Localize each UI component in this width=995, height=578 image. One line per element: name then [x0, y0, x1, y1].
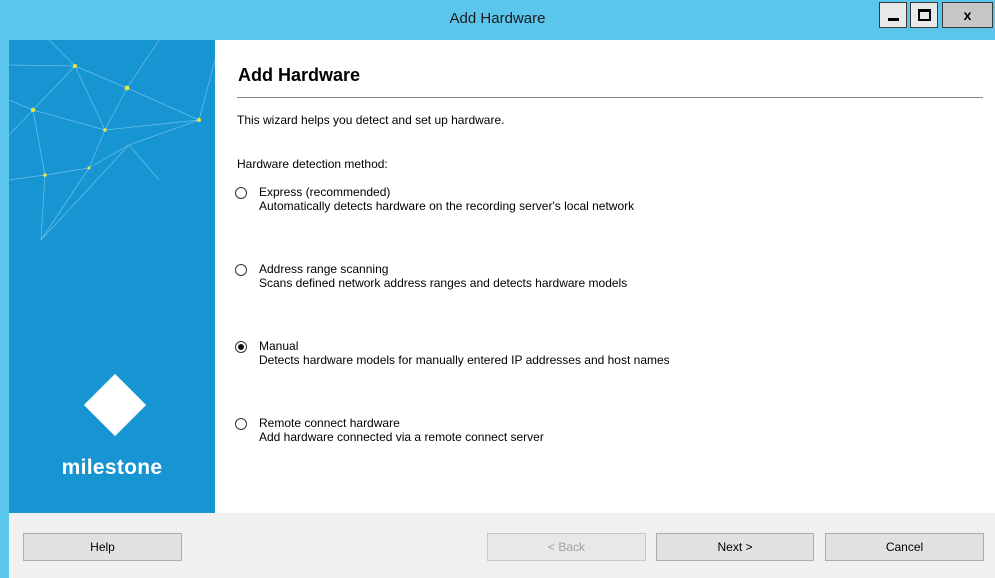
maximize-button[interactable] [910, 2, 938, 28]
wizard-content: Add Hardware This wizard helps you detec… [215, 40, 995, 513]
heading-divider [237, 97, 983, 98]
window-title: Add Hardware [449, 10, 546, 27]
detection-method-label: Hardware detection method: [237, 157, 388, 171]
help-button[interactable]: Help [23, 533, 182, 561]
option-title: Address range scanning [259, 262, 389, 276]
option-title: Remote connect hardware [259, 416, 400, 430]
title-bar[interactable]: Add Hardware x [0, 0, 995, 40]
wizard-sidebar: milestone [9, 40, 215, 513]
cancel-button[interactable]: Cancel [825, 533, 984, 561]
option-description: Detects hardware models for manually ent… [259, 353, 670, 367]
brand-name: milestone [61, 456, 163, 479]
network-pattern-graphic [9, 40, 215, 241]
add-hardware-window: Add Hardware x milestone Add Hardware Th… [0, 0, 995, 578]
minimize-icon [887, 18, 899, 21]
next-button[interactable]: Next > [656, 533, 814, 561]
page-title: Add Hardware [238, 65, 361, 85]
express-radio[interactable] [235, 187, 247, 199]
back-button[interactable]: < Back [487, 533, 646, 561]
option-description: Automatically detects hardware on the re… [259, 199, 635, 213]
remote-connect-radio[interactable] [235, 418, 247, 430]
wizard-footer: Help < Back Next > Cancel [9, 513, 995, 578]
option-description: Scans defined network address ranges and… [259, 276, 628, 290]
option-title: Manual [259, 339, 299, 353]
close-icon: x [963, 7, 972, 23]
intro-text: This wizard helps you detect and set up … [237, 113, 505, 127]
option-description: Add hardware connected via a remote conn… [259, 430, 544, 444]
address-range-radio[interactable] [235, 264, 247, 276]
option-title: Express (recommended) [259, 185, 391, 199]
maximize-icon [917, 9, 931, 21]
manual-radio[interactable] [235, 341, 247, 353]
close-button[interactable]: x [942, 2, 993, 28]
minimize-button[interactable] [879, 2, 907, 28]
